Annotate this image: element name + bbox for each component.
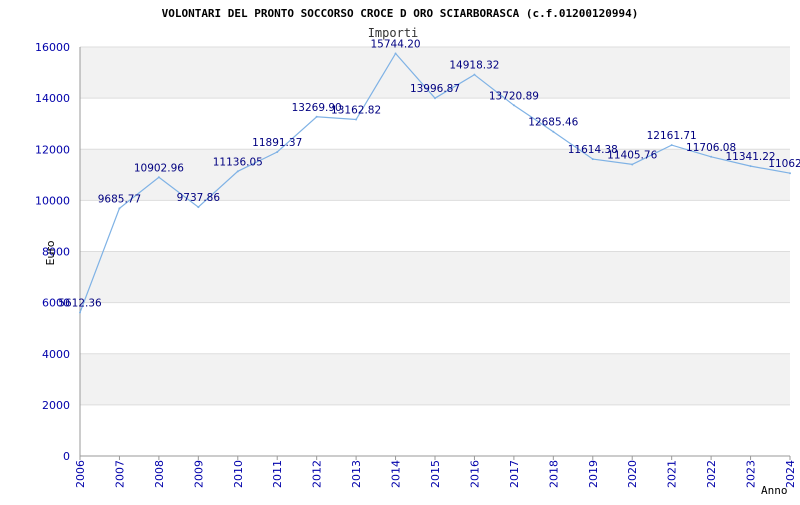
x-tick-label: 2007 <box>113 460 126 488</box>
data-point <box>276 151 279 154</box>
data-label: 13720.89 <box>489 90 539 102</box>
plot-band <box>80 353 790 405</box>
data-point <box>355 118 358 121</box>
x-tick-label: 2010 <box>232 460 245 488</box>
x-tick-label: 2006 <box>74 460 87 488</box>
x-tick-label: 2013 <box>350 460 363 488</box>
data-label: 9685.77 <box>98 193 141 205</box>
x-tick-labels: 2006 2007 2008 2009 2010 2011 2012 2013 2014 2015… <box>74 460 797 488</box>
data-point <box>157 176 160 179</box>
data-label: 13996.87 <box>410 83 460 95</box>
x-tick-label: 2015 <box>429 460 442 488</box>
data-point <box>473 73 476 76</box>
x-axis-label: Anno <box>761 484 788 497</box>
x-tick-label: 2018 <box>547 460 560 488</box>
data-point <box>394 52 397 55</box>
data-label: 9737.86 <box>177 192 221 204</box>
data-point <box>631 163 634 166</box>
y-tick-label: 0 <box>63 450 70 463</box>
y-tick-label: 16000 <box>35 41 70 54</box>
x-tick-label: 2016 <box>468 460 481 488</box>
data-point <box>749 165 752 168</box>
chart-root: 0 2000 4000 6000 8000 10000 12000 14000 16000 20… <box>0 0 800 500</box>
data-point <box>710 155 713 158</box>
data-point <box>670 144 673 147</box>
data-label: 10902.96 <box>134 162 184 174</box>
x-tick-label: 2011 <box>271 460 284 488</box>
data-label: 14918.32 <box>449 60 499 72</box>
plot-band <box>80 302 790 354</box>
x-tick-label: 2023 <box>745 460 758 488</box>
y-tick-label: 12000 <box>35 143 70 156</box>
x-tick-label: 2012 <box>311 460 324 488</box>
x-tick-label: 2009 <box>192 460 205 488</box>
y-tick-label: 10000 <box>35 194 70 207</box>
data-label: 12161.71 <box>647 130 697 142</box>
data-point <box>591 158 594 161</box>
data-point <box>552 130 555 133</box>
data-label: 15744.20 <box>371 39 421 51</box>
data-point <box>118 207 121 210</box>
data-label: 11062.4 <box>768 158 800 170</box>
x-tick-label: 2020 <box>626 460 639 488</box>
data-label: 13162.82 <box>331 105 381 117</box>
data-label: 11136.05 <box>213 156 263 168</box>
data-point <box>236 170 239 173</box>
data-label: 11405.76 <box>607 149 657 161</box>
data-point <box>79 311 81 314</box>
y-axis-label: Euro <box>44 240 57 265</box>
chart-subtitle: Importi <box>368 26 419 40</box>
y-tick-label: 2000 <box>42 399 70 412</box>
chart-title: VOLONTARI DEL PRONTO SOCCORSO CROCE D OR… <box>162 7 639 20</box>
data-point <box>512 104 515 107</box>
plot-band <box>80 200 790 252</box>
plot-band <box>80 251 790 303</box>
x-tick-label: 2019 <box>587 460 600 488</box>
data-point <box>789 172 791 175</box>
x-tick-label: 2008 <box>153 460 166 488</box>
data-point <box>434 97 436 100</box>
line-chart: 0200040006000800010000120001400016000 20… <box>35 7 800 497</box>
data-point <box>197 206 200 209</box>
data-point <box>315 115 318 118</box>
x-tick-label: 2017 <box>508 460 521 488</box>
x-tick-label: 2022 <box>705 460 718 488</box>
data-label: 5612.36 <box>58 298 102 310</box>
data-label: 12685.46 <box>528 117 578 129</box>
plot-band <box>80 404 790 456</box>
y-tick-label: 14000 <box>35 92 70 105</box>
x-tick-label: 2021 <box>666 460 679 488</box>
y-tick-label: 4000 <box>42 348 70 361</box>
data-label: 11891.37 <box>252 137 302 149</box>
x-tick-label: 2014 <box>390 460 403 488</box>
